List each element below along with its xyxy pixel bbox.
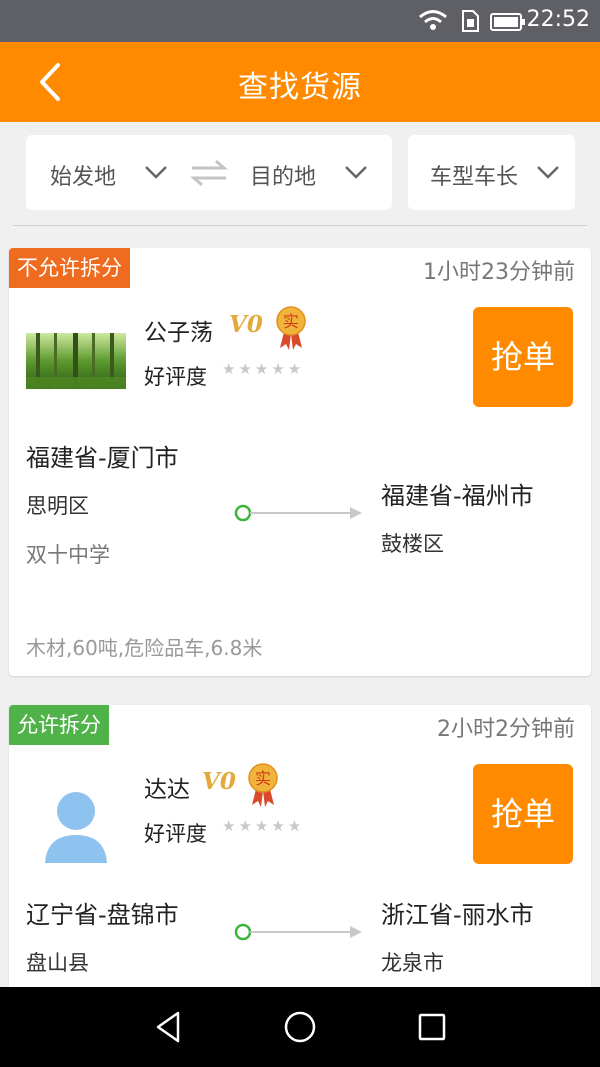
filter-bar: 始发地 目的地 车型车长 [0,122,600,226]
origin-filter-label[interactable]: 始发地 [50,159,116,191]
verified-medal-icon: 实 [276,306,306,350]
origin-address: 双十中学 [26,543,110,567]
route-arrow-icon [234,504,362,522]
level-badge: V0 [229,311,263,338]
destination-city: 浙江省-丽水市 [381,901,534,929]
cargo-listing-card[interactable]: 不允许拆分 1小时23分钟前 公子荡 V0 实 好评度 ★★★★★ 抢单 福建省… [9,248,591,676]
vehicle-filter[interactable]: 车型车长 [408,135,575,210]
origin-city: 辽宁省-盘锦市 [26,901,179,929]
recent-apps-square-icon[interactable] [416,1007,448,1047]
verified-badge-text: 实 [283,312,299,331]
default-avatar-icon [45,792,107,863]
verified-badge-text: 实 [255,769,271,788]
posted-time: 2小时2分钟前 [437,717,575,742]
verified-medal-icon: 实 [248,763,278,807]
chevron-down-icon[interactable] [536,165,560,179]
route-arrow-icon [234,923,362,941]
shipper-name: 达达 [144,777,190,803]
forest-avatar-image [26,333,126,389]
destination-district: 鼓楼区 [381,532,444,556]
home-circle-icon[interactable] [282,1007,318,1047]
split-tag: 不允许拆分 [9,248,130,288]
app-header: 查找货源 [0,42,600,122]
destination-filter-label[interactable]: 目的地 [250,159,316,191]
back-triangle-icon[interactable] [152,1007,184,1047]
rating-label: 好评度 [144,365,207,389]
status-bar: 22:52 [0,0,600,42]
destination-city: 福建省-福州市 [381,482,534,510]
posted-time: 1小时23分钟前 [423,260,575,285]
chevron-down-icon[interactable] [144,165,168,179]
rating-label: 好评度 [144,822,207,846]
destination-district: 龙泉市 [381,951,444,975]
cargo-listing-card[interactable]: 允许拆分 2小时2分钟前 达达 V0 实 好评度 ★★★★★ 抢单 辽宁省-盘锦… [9,705,591,995]
origin-district: 思明区 [26,494,89,518]
battery-icon [490,13,525,31]
rating-stars: ★★★★★ [222,817,305,835]
swap-icon[interactable] [190,159,228,187]
sim-card-icon [462,10,479,32]
divider [13,225,587,226]
wifi-icon [419,10,447,30]
origin-district: 盘山县 [26,951,89,975]
split-tag: 允许拆分 [9,705,109,745]
origin-city: 福建省-厦门市 [26,444,179,472]
route-filter: 始发地 目的地 [26,135,392,210]
level-badge: V0 [202,768,236,795]
shipper-name: 公子荡 [144,320,213,346]
rating-stars: ★★★★★ [222,360,305,378]
cargo-details: 木材,60吨,危险品车,6.8米 [26,636,263,660]
chevron-down-icon[interactable] [344,165,368,179]
vehicle-filter-label[interactable]: 车型车长 [430,159,518,191]
page-title: 查找货源 [238,70,362,105]
grab-order-button[interactable]: 抢单 [473,307,573,407]
system-nav-bar [0,987,600,1067]
clock: 22:52 [526,7,590,32]
grab-order-button[interactable]: 抢单 [473,764,573,864]
